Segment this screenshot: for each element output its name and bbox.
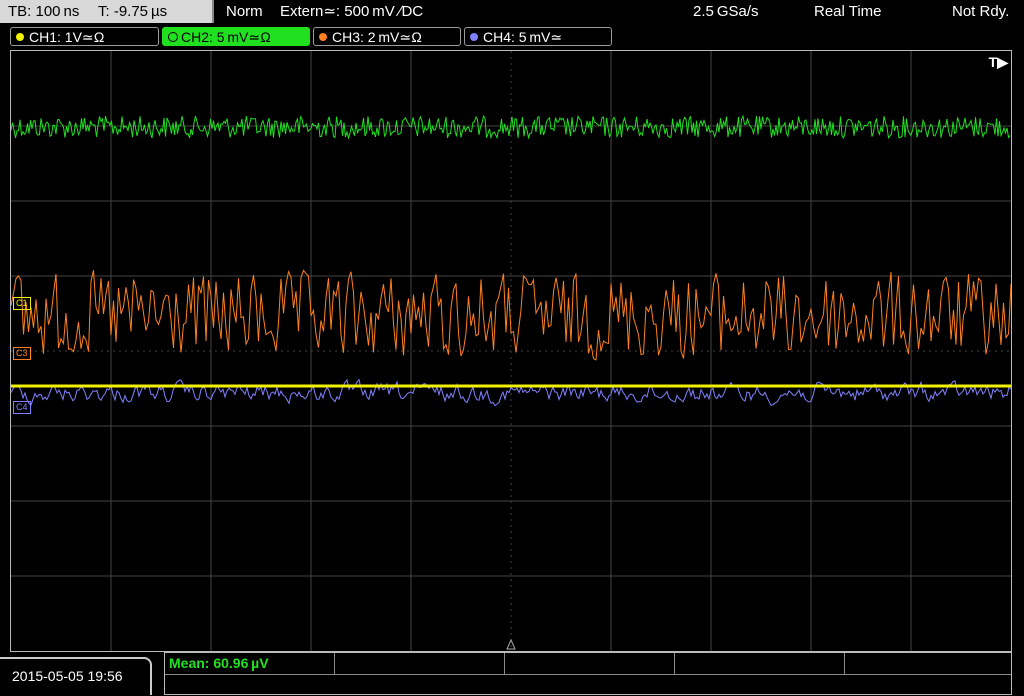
channel-2-button[interactable]: CH2: 5 mV≃Ω [162, 27, 310, 46]
channel-bar: CH1: 1V≃Ω CH2: 5 mV≃Ω CH3: 2 mV≃Ω CH4: 5… [0, 25, 1024, 49]
acquisition-status: Not Rdy. [952, 3, 1010, 20]
waveform-display[interactable] [10, 50, 1012, 652]
channel-1-marker[interactable]: C1 [13, 297, 31, 310]
channel-4-dot-icon [470, 33, 478, 41]
channel-2-dot-icon [168, 32, 178, 42]
channel-2-label: CH2: 5 mV≃Ω [181, 29, 271, 45]
channel-3-marker[interactable]: C3 [13, 347, 31, 360]
channel-3-dot-icon [319, 33, 327, 41]
trigger-marker-icon: T▶ [988, 54, 1008, 70]
trigger-source[interactable]: Extern≃: 500 mV ∕DC [280, 0, 423, 24]
timebase-box[interactable]: TB: 100 ns T: -9.75 µs [0, 0, 214, 23]
measurement-cell-empty [505, 653, 675, 674]
trigger-time-value: T: -9.75 µs [98, 3, 168, 20]
acquisition-mode: Real Time [814, 3, 882, 20]
channel-1-label: CH1: 1V≃Ω [29, 29, 105, 45]
footer: 2015-05-05 19:56 Mean: 60.96 µV [0, 652, 1024, 695]
trigger-mode[interactable]: Norm [226, 0, 263, 24]
timebase-value: TB: 100 ns [8, 3, 80, 20]
channel-1-dot-icon [16, 33, 24, 41]
status-bar: TB: 100 ns T: -9.75 µs Norm Extern≃: 500… [0, 0, 1024, 24]
measurement-cell-empty [675, 653, 845, 674]
trigger-position-icon [506, 638, 516, 650]
channel-4-trace [11, 378, 1011, 407]
channel-3-button[interactable]: CH3: 2 mV≃Ω [313, 27, 461, 46]
channel-3-label: CH3: 2 mV≃Ω [332, 29, 422, 45]
measurement-cell-empty [335, 653, 505, 674]
graticule [11, 51, 1011, 651]
date-time: 2015-05-05 19:56 [0, 657, 152, 695]
channel-2-trace [11, 114, 1011, 140]
measurement-panel[interactable]: Mean: 60.96 µV [164, 652, 1012, 695]
channel-4-button[interactable]: CH4: 5 mV≃ [464, 27, 612, 46]
mean-measurement: Mean: 60.96 µV [169, 655, 269, 671]
channel-4-marker[interactable]: C4 [13, 401, 31, 414]
channel-4-label: CH4: 5 mV≃ [483, 29, 563, 45]
waveform-canvas [11, 51, 1011, 651]
channel-1-button[interactable]: CH1: 1V≃Ω [10, 27, 159, 46]
measurement-row-2 [165, 674, 1011, 696]
sample-rate: 2.5 GSa/s [693, 3, 759, 20]
measurement-cell: Mean: 60.96 µV [165, 653, 335, 674]
